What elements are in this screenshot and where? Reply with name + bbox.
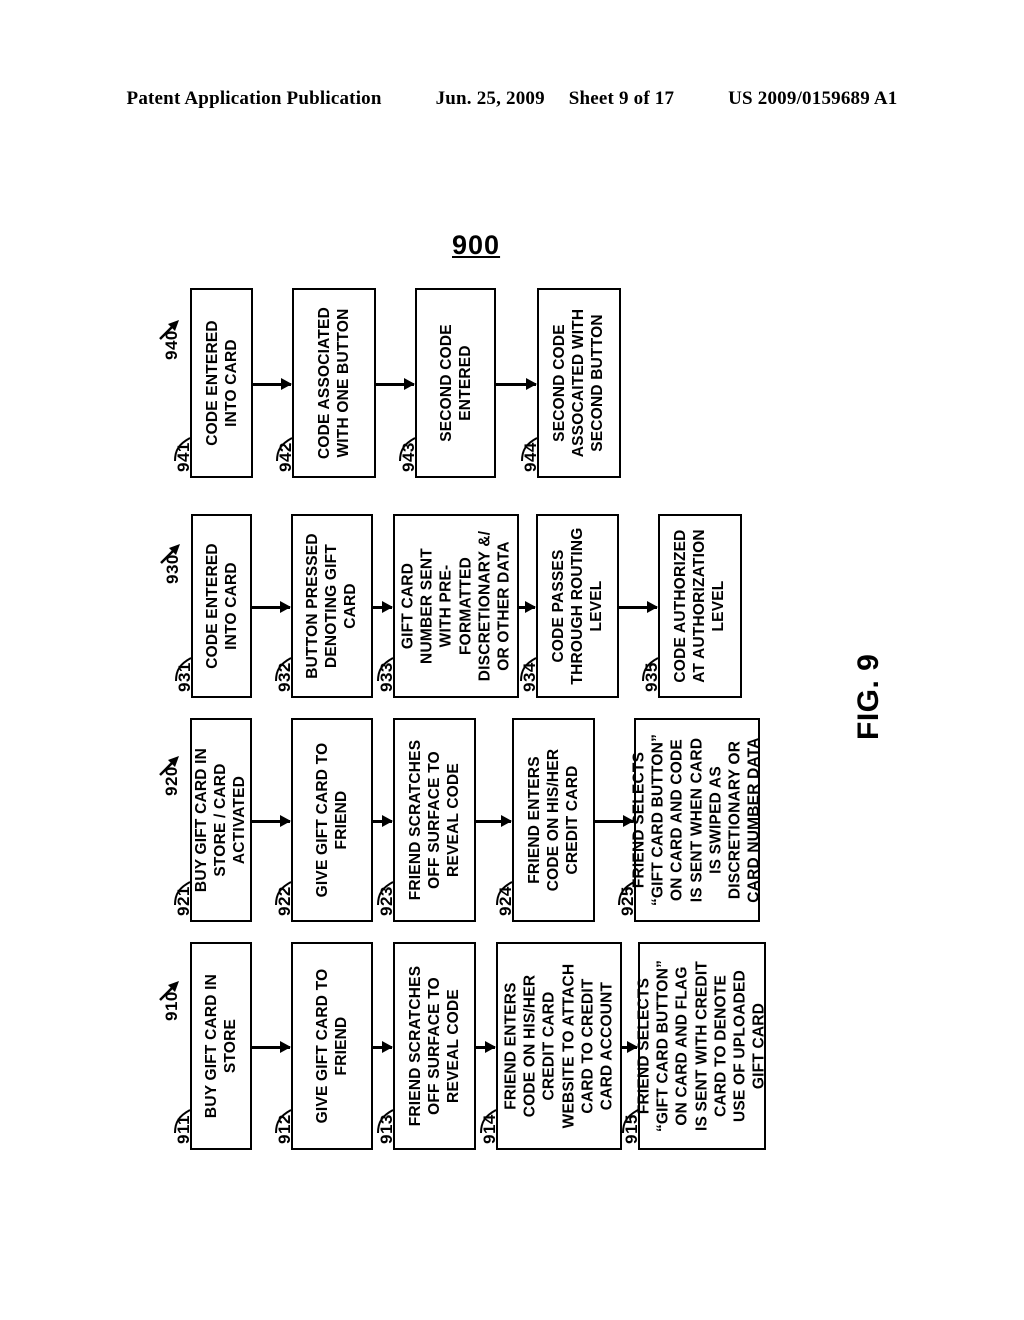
- flow-box-label-923: FRIEND SCRATCHES OFF SURFACE TO REVEAL COD…: [406, 739, 463, 901]
- flow-box-label-942: CODE ASSOCIATED WITH ONE BUTTON: [315, 307, 352, 459]
- connector-arrow-943-to-944: [496, 383, 536, 386]
- flow-box-932: BUTTON PRESSED DENOTING GIFT CARD: [291, 514, 373, 698]
- flow-box-label-925: FRIEND SELECTS “GIFT CARD BUTTON” ON CARD …: [630, 733, 764, 907]
- flow-box-914: FRIEND ENTERS CODE ON HIS/HER CREDIT CARD W…: [496, 942, 622, 1150]
- flow-box-912: GIVE GIFT CARD TO FRIEND: [291, 942, 373, 1150]
- reference-numeral-922: 922: [275, 886, 294, 916]
- reference-numeral-912: 912: [275, 1114, 294, 1144]
- reference-numeral-933: 933: [377, 662, 396, 692]
- flow-box-934: CODE PASSES THROUGH ROUTING LEVEL: [536, 514, 619, 698]
- reference-numeral-935: 935: [642, 662, 661, 692]
- series-pointer-arrow-910: [159, 981, 179, 1001]
- flow-box-941: CODE ENTERED INTO CARD: [190, 288, 253, 478]
- flow-box-label-914: FRIEND ENTERS CODE ON HIS/HER CREDIT CARD W…: [502, 963, 616, 1129]
- reference-numeral-941: 941: [174, 442, 193, 472]
- connector-arrow-912-to-913: [373, 1046, 392, 1049]
- flow-box-944: SECOND CODE ASSOCAITED WITH SECOND BUTTON: [537, 288, 621, 478]
- reference-numeral-914: 914: [480, 1114, 499, 1144]
- reference-numeral-931: 931: [175, 662, 194, 692]
- connector-arrow-932-to-933: [373, 606, 392, 609]
- flow-box-label-934: CODE PASSES THROUGH ROUTING LEVEL: [549, 527, 606, 685]
- flow-box-label-921: BUY GIFT CARD IN STORE / CARD ACTIVATED: [193, 747, 249, 893]
- connector-arrow-941-to-942: [253, 383, 291, 386]
- flow-box-921: BUY GIFT CARD IN STORE / CARD ACTIVATED: [190, 718, 252, 922]
- reference-numeral-921: 921: [174, 886, 193, 916]
- reference-numeral-942: 942: [276, 442, 295, 472]
- connector-arrow-922-to-923: [373, 820, 392, 823]
- figure-id-900: 900: [452, 230, 501, 260]
- flow-box-label-922: GIVE GIFT CARD TO FRIEND: [313, 742, 350, 898]
- flow-box-923: FRIEND SCRATCHES OFF SURFACE TO REVEAL COD…: [393, 718, 476, 922]
- flow-box-label-931: CODE ENTERED INTO CARD: [203, 543, 240, 669]
- flow-box-925: FRIEND SELECTS “GIFT CARD BUTTON” ON CARD …: [631, 718, 763, 922]
- flow-box-label-933: GIFT CARD NUMBER SENT WITH PRE- FORMATTED DI…: [399, 530, 513, 682]
- series-pointer-arrow-930: [160, 543, 180, 564]
- connector-arrow-913-to-914: [476, 1046, 495, 1049]
- connector-arrow-942-to-943: [376, 383, 414, 386]
- flow-box-label-915: FRIEND SELECTS “GIFT CARD BUTTON” ON CARD …: [635, 959, 769, 1133]
- flow-box-label-941: CODE ENTERED INTO CARD: [203, 320, 240, 446]
- flow-box-label-913: FRIEND SCRATCHES OFF SURFACE TO REVEAL COD…: [406, 965, 463, 1127]
- flow-box-933: GIFT CARD NUMBER SENT WITH PRE- FORMATTED DI…: [393, 514, 519, 698]
- connector-arrow-931-to-932: [252, 606, 290, 609]
- flow-box-922: GIVE GIFT CARD TO FRIEND: [291, 718, 373, 922]
- reference-numeral-913: 913: [377, 1114, 396, 1144]
- connector-arrow-921-to-922: [252, 820, 290, 823]
- connector-arrow-923-to-924: [476, 820, 511, 823]
- patent-figure: 900 FIG. 9 940 CODE ENTERED INTO CARD 941 CO…: [0, 0, 1024, 1320]
- figure-caption: FIG. 9: [852, 653, 885, 740]
- reference-numeral-944: 944: [521, 442, 540, 472]
- connector-arrow-933-to-934: [519, 606, 535, 609]
- flow-box-label-911: BUY GIFT CARD IN STORE: [202, 973, 239, 1119]
- reference-numeral-934: 934: [520, 662, 539, 692]
- reference-numeral-923: 923: [377, 886, 396, 916]
- flow-box-label-924: FRIEND ENTERS CODE ON HIS/HER CREDIT CARD: [525, 748, 582, 892]
- reference-numeral-925: 925: [618, 886, 637, 916]
- flow-box-924: FRIEND ENTERS CODE ON HIS/HER CREDIT CARD: [512, 718, 595, 922]
- reference-numeral-943: 943: [399, 442, 418, 472]
- series-pointer-arrow-920: [159, 755, 179, 776]
- flow-box-label-943: SECOND CODE ENTERED: [437, 324, 474, 442]
- flow-box-943: SECOND CODE ENTERED: [415, 288, 496, 478]
- flow-box-label-935: CODE AUTHORIZED AT AUTHORIZATION LEVEL: [672, 529, 728, 683]
- flow-box-935: CODE AUTHORIZED AT AUTHORIZATION LEVEL: [658, 514, 742, 698]
- flow-box-label-932: BUTTON PRESSED DENOTING GIFT CARD: [304, 533, 360, 679]
- reference-numeral-924: 924: [496, 886, 515, 916]
- flow-box-931: CODE ENTERED INTO CARD: [191, 514, 252, 698]
- reference-numeral-915: 915: [622, 1114, 641, 1144]
- flow-box-915: FRIEND SELECTS “GIFT CARD BUTTON” ON CARD …: [636, 942, 768, 1150]
- connector-arrow-911-to-912: [252, 1046, 290, 1049]
- flow-box-913: FRIEND SCRATCHES OFF SURFACE TO REVEAL COD…: [393, 942, 476, 1150]
- flow-box-label-912: GIVE GIFT CARD TO FRIEND: [313, 968, 350, 1124]
- reference-numeral-932: 932: [275, 662, 294, 692]
- connector-arrow-924-to-925: [595, 820, 633, 823]
- flow-box-911: BUY GIFT CARD IN STORE: [190, 942, 252, 1150]
- flow-box-label-944: SECOND CODE ASSOCAITED WITH SECOND BUTTON: [551, 308, 607, 458]
- series-pointer-arrow-940: [159, 320, 179, 341]
- reference-numeral-911: 911: [174, 1115, 193, 1144]
- flow-box-942: CODE ASSOCIATED WITH ONE BUTTON: [292, 288, 376, 478]
- connector-arrow-934-to-935: [619, 606, 657, 609]
